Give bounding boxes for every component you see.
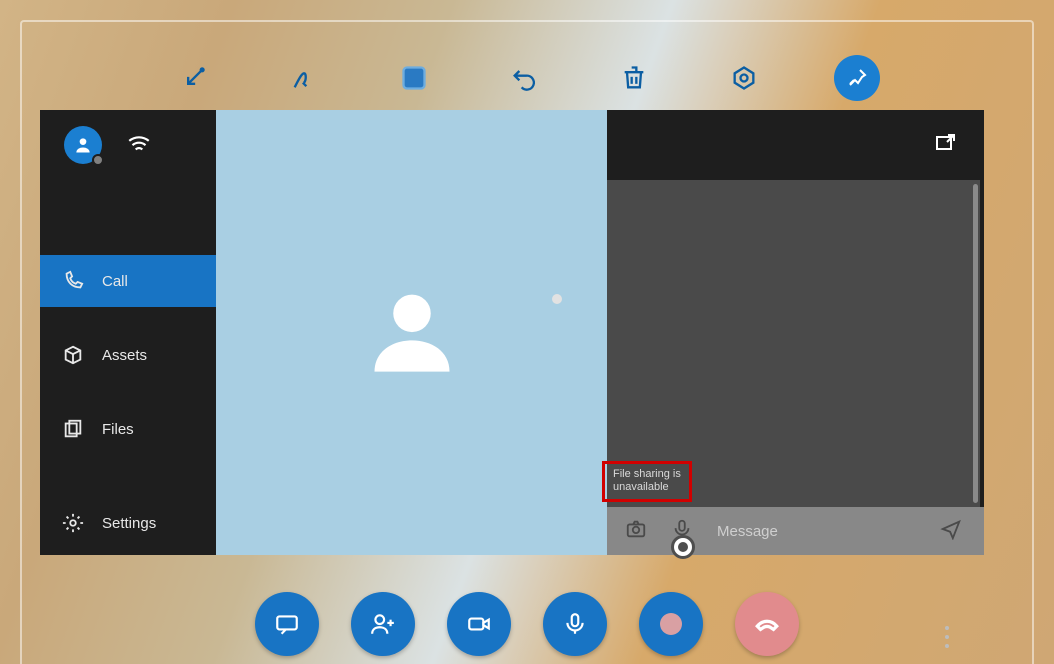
shape-tool-icon[interactable]: [394, 58, 434, 98]
ink-tool-icon[interactable]: [284, 58, 324, 98]
chat-button[interactable]: [255, 592, 319, 656]
target-icon[interactable]: [724, 58, 764, 98]
mute-button[interactable]: [543, 592, 607, 656]
file-sharing-tooltip: File sharing is unavailable: [602, 461, 692, 503]
chat-input-row: [607, 507, 984, 555]
sidebar-item-call[interactable]: Call: [40, 255, 216, 307]
phone-icon: [62, 270, 84, 292]
presence-dot: [92, 154, 104, 166]
chat-panel: File sharing is unavailable: [607, 110, 984, 555]
more-icon[interactable]: [945, 626, 949, 648]
video-button[interactable]: [447, 592, 511, 656]
center-indicator: [671, 535, 695, 559]
message-input[interactable]: [717, 523, 916, 540]
chat-scrollbar[interactable]: [973, 184, 978, 503]
sidebar-item-files[interactable]: Files: [40, 403, 216, 455]
popout-icon[interactable]: [934, 131, 958, 160]
box-icon: [62, 344, 84, 366]
chat-header: [607, 110, 984, 180]
camera-icon[interactable]: [625, 518, 647, 545]
sidebar-item-assets[interactable]: Assets: [40, 329, 216, 381]
sidebar-header: [40, 110, 216, 180]
files-icon: [62, 418, 84, 440]
hangup-button[interactable]: [735, 592, 799, 656]
nav-label: Files: [102, 421, 134, 438]
avatar[interactable]: [64, 126, 102, 164]
wifi-icon[interactable]: [126, 130, 152, 161]
sidebar: Call Assets Files Settings: [40, 110, 216, 555]
sidebar-item-settings[interactable]: Settings: [40, 497, 216, 549]
send-icon[interactable]: [940, 518, 962, 545]
video-area: [216, 110, 607, 555]
nav-label: Settings: [102, 515, 156, 532]
pin-button[interactable]: [834, 55, 880, 101]
trash-icon[interactable]: [614, 58, 654, 98]
app-window: Call Assets Files Settings: [40, 110, 984, 555]
undo-icon[interactable]: [504, 58, 544, 98]
record-button[interactable]: [639, 592, 703, 656]
arrow-tool-icon[interactable]: [174, 58, 214, 98]
annotation-toolbar: [0, 50, 1054, 106]
gear-icon: [62, 512, 84, 534]
add-participant-button[interactable]: [351, 592, 415, 656]
nav-label: Call: [102, 273, 128, 290]
chat-body: File sharing is unavailable: [607, 180, 980, 507]
person-placeholder-icon: [362, 280, 462, 385]
call-controls: [0, 592, 1054, 656]
video-dot: [552, 294, 562, 304]
nav-label: Assets: [102, 347, 147, 364]
